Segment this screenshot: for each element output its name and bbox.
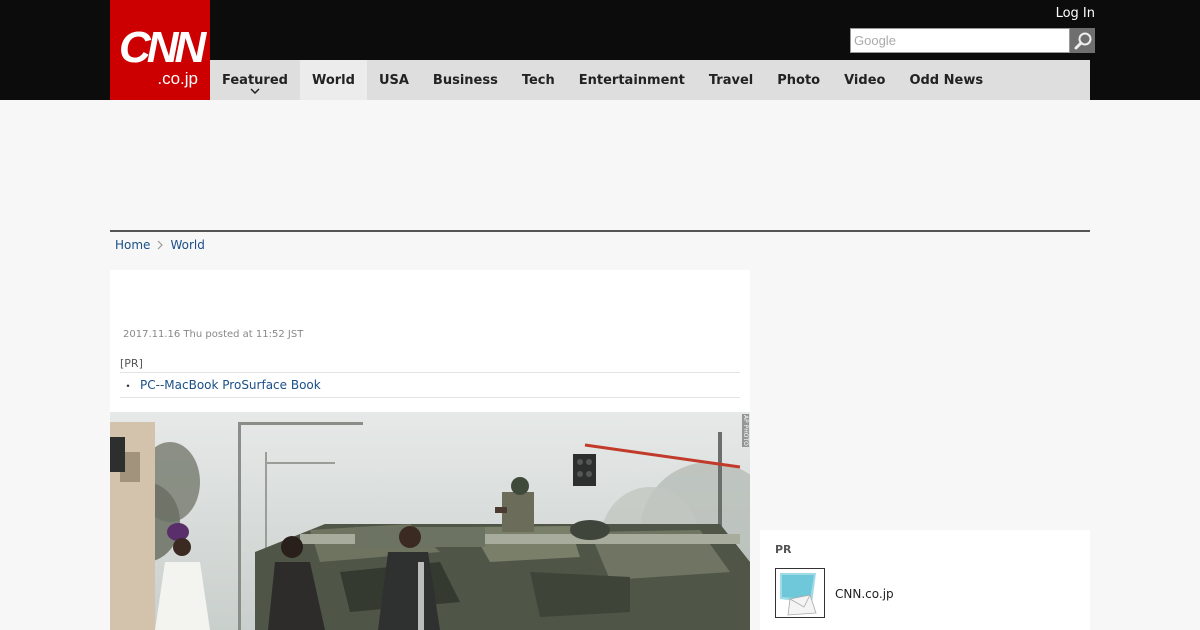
nav-item-label: Entertainment: [578, 72, 685, 88]
nav-item-world[interactable]: World: [299, 60, 367, 100]
nav-item-photo[interactable]: Photo: [765, 60, 832, 100]
photo-credit: AP PHOTO: [742, 414, 749, 447]
nav-item-label: Business: [432, 72, 498, 88]
sidebar-pr-label: PR: [775, 543, 792, 556]
nav-item-usa[interactable]: USA: [367, 60, 421, 100]
nav-item-label: World: [311, 72, 355, 88]
cnn-logo[interactable]: CNN .co.jp: [110, 0, 210, 100]
nav-item-featured[interactable]: Featured: [210, 60, 300, 100]
article-timestamp: 2017.11.16 Thu posted at 11:52 JST: [123, 329, 304, 340]
pr-label: [PR]: [120, 357, 143, 370]
nav-item-tech[interactable]: Tech: [510, 60, 567, 100]
divider: [120, 397, 740, 398]
chevron-down-icon: [250, 88, 260, 96]
nav-item-business[interactable]: Business: [421, 60, 510, 100]
nav-item-travel[interactable]: Travel: [697, 60, 765, 100]
sidebar-pr-box: PR CNN.co.jp: [760, 530, 1090, 630]
search-bar: [850, 28, 1095, 53]
chevron-right-icon: [157, 240, 164, 250]
nav-item-label: USA: [378, 72, 409, 88]
breadcrumb-home[interactable]: Home: [115, 238, 150, 252]
search-input[interactable]: [850, 28, 1070, 53]
logo-text: CNN: [119, 23, 206, 72]
article-card: 2017.11.16 Thu posted at 11:52 JST [PR] …: [110, 270, 750, 630]
mail-thumbnail-icon[interactable]: [775, 568, 825, 618]
article-photo[interactable]: AP PHOTO: [110, 412, 750, 630]
pr-link[interactable]: PC--MacBook ProSurface Book: [140, 378, 321, 392]
pr-box: [PR] ・ PC--MacBook ProSurface Book: [120, 356, 740, 398]
search-button[interactable]: [1070, 28, 1095, 53]
nav-item-label: Featured: [222, 72, 288, 88]
logo-domain: .co.jp: [157, 69, 198, 88]
nav-item-label: Tech: [521, 72, 555, 88]
nav-item-label: Photo: [777, 72, 821, 88]
breadcrumb-world[interactable]: World: [170, 238, 204, 252]
bullet: ・: [122, 378, 135, 393]
photo-image: [110, 412, 750, 630]
nav-item-label: Travel: [708, 72, 754, 88]
nav-item-video[interactable]: Video: [832, 60, 897, 100]
breadcrumb: Home World: [115, 238, 205, 252]
sidebar-pr-text[interactable]: CNN.co.jp: [835, 587, 894, 601]
site-header: CNN .co.jp Log In Featured World USA Bus…: [0, 0, 1200, 100]
login-link[interactable]: Log In: [1056, 6, 1095, 21]
nav-item-label: Odd News: [909, 72, 984, 88]
search-icon: [1074, 32, 1091, 49]
nav-item-odd-news[interactable]: Odd News: [897, 60, 995, 100]
nav-item-label: Video: [844, 72, 886, 88]
nav-item-entertainment[interactable]: Entertainment: [567, 60, 697, 100]
pr-link-row: ・ PC--MacBook ProSurface Book: [120, 373, 740, 397]
main-nav: Featured World USA Business Tech Enterta…: [210, 60, 1090, 100]
section-divider: [110, 230, 1090, 232]
